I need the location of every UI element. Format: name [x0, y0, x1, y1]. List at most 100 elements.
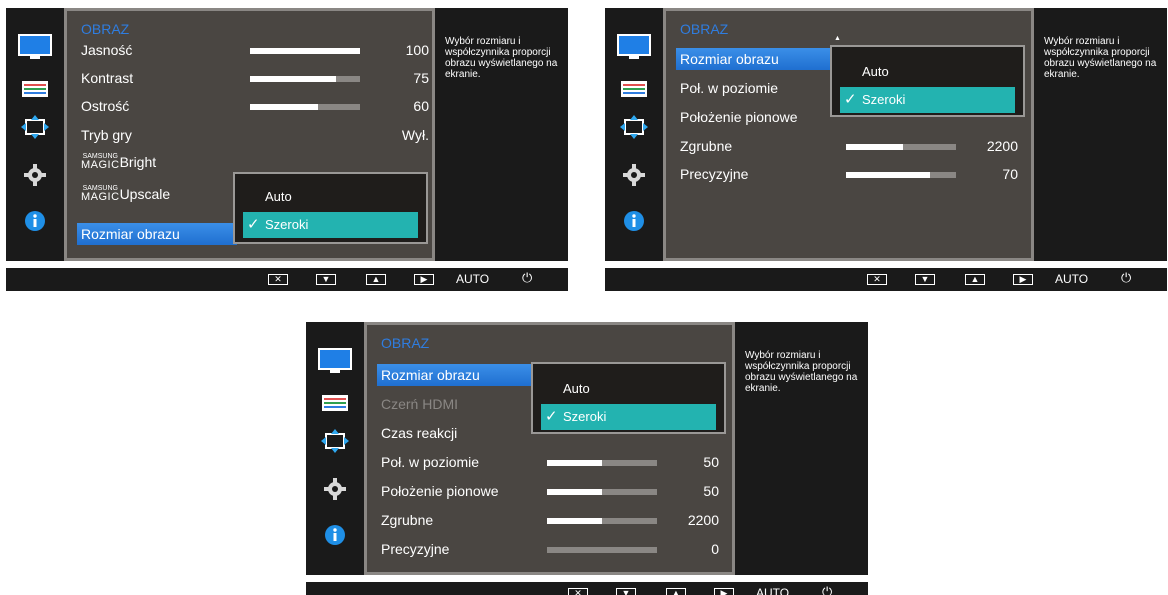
- brightness-value: 100: [405, 42, 429, 58]
- down-button[interactable]: ▼: [316, 274, 336, 285]
- info-icon[interactable]: [306, 518, 364, 552]
- menu-item-label: Zgrubne: [680, 138, 733, 154]
- menu-item-label: Precyzyjne: [381, 541, 450, 557]
- menu-item-h-position[interactable]: Poł. w poziomie: [381, 451, 479, 473]
- monitor-icon[interactable]: [306, 344, 364, 378]
- sharpness-slider[interactable]: [250, 104, 360, 110]
- contrast-slider[interactable]: [250, 76, 360, 82]
- close-button[interactable]: ✕: [867, 274, 887, 285]
- h-position-slider[interactable]: [547, 460, 657, 466]
- check-icon: ✓: [545, 408, 558, 425]
- option-auto[interactable]: Auto: [541, 376, 716, 402]
- description-panel: Wybór rozmiaru i współczynnika proporcji…: [1034, 8, 1167, 261]
- fine-slider[interactable]: [846, 172, 956, 178]
- menu-item-fine[interactable]: Precyzyjne: [680, 163, 748, 185]
- picture-menu: OBRAZ Rozmiar obrazu Czerń HDMI Czas rea…: [364, 322, 735, 575]
- option-wide[interactable]: ✓ Szeroki: [840, 87, 1015, 113]
- menu-item-label: Położenie pionowe: [381, 483, 499, 499]
- up-button[interactable]: ▲: [965, 274, 985, 285]
- menu-item-label: Tryb gry: [81, 127, 132, 143]
- enter-button[interactable]: ▶: [1013, 274, 1033, 285]
- menu-item-magic-upscale[interactable]: SAMSUNG MAGIC Upscale: [81, 183, 170, 205]
- up-button[interactable]: ▲: [666, 588, 686, 595]
- check-icon: ✓: [844, 91, 857, 108]
- color-settings-icon[interactable]: [306, 386, 364, 420]
- size-position-icon[interactable]: [6, 110, 64, 144]
- menu-item-label: Precyzyjne: [680, 166, 749, 182]
- fine-value: 0: [711, 541, 719, 557]
- icon-sidebar: [6, 8, 64, 261]
- menu-item-brightness[interactable]: Jasność: [81, 39, 132, 61]
- menu-item-contrast[interactable]: Kontrast: [81, 67, 133, 89]
- menu-item-sharpness[interactable]: Ostrość: [81, 95, 129, 117]
- description-text: Wybór rozmiaru i współczynnika proporcji…: [1044, 36, 1157, 80]
- color-settings-icon[interactable]: [6, 72, 64, 106]
- fine-slider[interactable]: [547, 547, 657, 553]
- color-settings-icon[interactable]: [605, 72, 663, 106]
- v-position-slider[interactable]: [547, 489, 657, 495]
- menu-item-image-size[interactable]: Rozmiar obrazu: [676, 48, 836, 70]
- menu-item-label: Bright: [119, 154, 157, 170]
- menu-item-label: Czas reakcji: [381, 425, 458, 441]
- down-button[interactable]: ▼: [915, 274, 935, 285]
- auto-button[interactable]: AUTO: [1055, 272, 1088, 286]
- menu-item-label: Czerń HDMI: [381, 396, 459, 412]
- enter-button[interactable]: ▶: [414, 274, 434, 285]
- option-auto[interactable]: Auto: [243, 184, 418, 210]
- menu-item-label: Upscale: [119, 186, 171, 202]
- coarse-slider[interactable]: [547, 518, 657, 524]
- osd-screen-1: OBRAZ Jasność 100 Kontrast 75 Ostrość 60…: [6, 8, 568, 291]
- description-panel: Wybór rozmiaru i współczynnika proporcji…: [735, 322, 868, 575]
- down-button[interactable]: ▼: [616, 588, 636, 595]
- menu-item-image-size[interactable]: Rozmiar obrazu: [77, 223, 237, 245]
- menu-item-image-size[interactable]: Rozmiar obrazu: [377, 364, 537, 386]
- brightness-slider[interactable]: [250, 48, 360, 54]
- description-text: Wybór rozmiaru i współczynnika proporcji…: [445, 36, 558, 80]
- menu-item-label: Rozmiar obrazu: [381, 367, 480, 383]
- monitor-icon[interactable]: [6, 30, 64, 64]
- power-button[interactable]: ⏻: [822, 584, 832, 595]
- info-icon[interactable]: [6, 204, 64, 238]
- description-panel: Wybór rozmiaru i współczynnika proporcji…: [435, 8, 568, 261]
- up-button[interactable]: ▲: [366, 274, 386, 285]
- option-wide[interactable]: ✓ Szeroki: [541, 404, 716, 430]
- menu-item-label: Poł. w poziomie: [381, 454, 480, 470]
- menu-item-v-position[interactable]: Położenie pionowe: [680, 106, 798, 128]
- close-button[interactable]: ✕: [568, 588, 588, 595]
- bottom-button-bar: ✕ ▼ ▲ ▶ AUTO ⏻: [6, 268, 568, 291]
- contrast-value: 75: [413, 70, 429, 86]
- size-position-icon[interactable]: [605, 110, 663, 144]
- info-icon[interactable]: [605, 204, 663, 238]
- icon-sidebar: [605, 8, 663, 261]
- menu-item-game-mode[interactable]: Tryb gry: [81, 124, 132, 146]
- menu-item-label: Poł. w poziomie: [680, 80, 779, 96]
- power-button[interactable]: ⏻: [522, 270, 532, 285]
- option-auto[interactable]: Auto: [840, 59, 1015, 85]
- menu-item-coarse[interactable]: Zgrubne: [381, 509, 433, 531]
- monitor-icon[interactable]: [605, 30, 663, 64]
- image-size-popup: Auto ✓ Szeroki: [531, 362, 726, 434]
- samsung-magic-logo: SAMSUNG MAGIC: [81, 185, 120, 203]
- gear-icon[interactable]: [605, 158, 663, 192]
- menu-item-magic-bright[interactable]: SAMSUNG MAGIC Bright: [81, 151, 156, 173]
- menu-title: OBRAZ: [81, 21, 130, 37]
- menu-item-label: Rozmiar obrazu: [81, 226, 180, 242]
- menu-item-v-position[interactable]: Położenie pionowe: [381, 480, 499, 502]
- auto-button[interactable]: AUTO: [756, 586, 789, 595]
- coarse-slider[interactable]: [846, 144, 956, 150]
- gear-icon[interactable]: [306, 472, 364, 506]
- osd-screen-2: OBRAZ ▲ Rozmiar obrazu Poł. w poziomie P…: [605, 8, 1167, 291]
- menu-item-label: Położenie pionowe: [680, 109, 798, 125]
- menu-item-fine[interactable]: Precyzyjne: [381, 538, 449, 560]
- enter-button[interactable]: ▶: [714, 588, 734, 595]
- coarse-value: 2200: [687, 512, 719, 528]
- close-button[interactable]: ✕: [268, 274, 288, 285]
- option-wide[interactable]: ✓ Szeroki: [243, 212, 418, 238]
- size-position-icon[interactable]: [306, 424, 364, 458]
- gear-icon[interactable]: [6, 158, 64, 192]
- auto-button[interactable]: AUTO: [456, 272, 489, 286]
- menu-item-response-time[interactable]: Czas reakcji: [381, 422, 457, 444]
- power-button[interactable]: ⏻: [1121, 270, 1131, 285]
- menu-item-coarse[interactable]: Zgrubne: [680, 135, 732, 157]
- menu-item-h-position[interactable]: Poł. w poziomie: [680, 77, 778, 99]
